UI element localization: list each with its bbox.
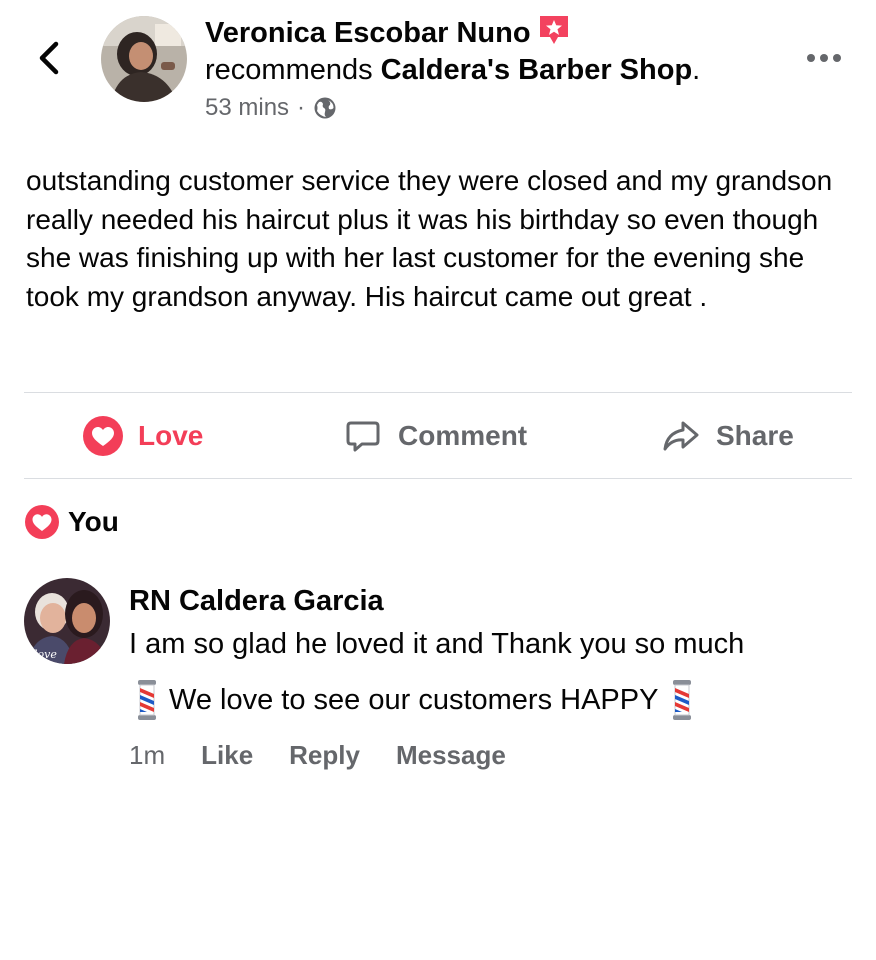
comment-text-line-2-text: We love to see our customers HAPPY (169, 684, 659, 716)
recommends-suffix: . (692, 54, 701, 86)
post-meta: 53 mins · (205, 92, 337, 124)
reactors-label: You (68, 506, 119, 537)
love-button[interactable]: Love (82, 394, 203, 478)
author-avatar[interactable] (101, 16, 187, 102)
meta-separator: · (297, 94, 306, 121)
comment-like-button[interactable]: Like (201, 738, 253, 772)
recommends-line: recommends Caldera's Barber Shop. (205, 52, 700, 88)
more-options-button[interactable] (804, 46, 844, 70)
comment-icon (342, 415, 384, 457)
post-author-name[interactable]: Veronica Escobar Nuno (205, 17, 531, 49)
barber-pole-icon (133, 680, 161, 720)
love-reaction-icon (82, 415, 124, 457)
comment-label: Comment (398, 420, 528, 451)
post-timestamp[interactable]: 53 mins (205, 92, 289, 124)
comment-timestamp[interactable]: 1m (129, 738, 165, 772)
share-arrow-icon (660, 415, 702, 457)
post-action-bar: Love Comment Share (24, 394, 852, 478)
comment-author[interactable]: RN Caldera Garcia (129, 584, 384, 618)
comment-button[interactable]: Comment (342, 394, 527, 478)
recommendation-badge-icon (537, 13, 571, 47)
divider-bottom (24, 478, 852, 479)
more-dot-icon (820, 54, 828, 62)
comment-text-line-1: I am so glad he loved it and Thank you s… (129, 628, 745, 660)
recommended-page-name[interactable]: Caldera's Barber Shop (381, 54, 693, 86)
share-button[interactable]: Share (660, 394, 794, 478)
post-text: outstanding customer service they were c… (26, 165, 833, 312)
comment-reply-button[interactable]: Reply (289, 738, 360, 772)
comment-actions: 1m Like Reply Message (129, 738, 542, 772)
commenter-avatar[interactable]: love (24, 578, 110, 664)
divider-top (24, 392, 852, 393)
author-avatar-photo (101, 16, 187, 102)
share-label: Share (716, 420, 794, 451)
comment-text-line-2: We love to see our customers HAPPY (129, 680, 696, 720)
avatar-overlay-text: love (34, 648, 57, 661)
recommends-prefix: recommends (205, 54, 381, 86)
love-label: Love (138, 420, 204, 451)
globe-icon (313, 96, 337, 120)
reactions-summary[interactable]: You (24, 504, 119, 540)
comment-message-button[interactable]: Message (396, 738, 506, 772)
love-reaction-icon (24, 504, 60, 540)
commenter-avatar-photo: love (24, 578, 110, 664)
back-button[interactable] (30, 38, 70, 78)
post-author-line: Veronica Escobar Nuno (205, 15, 571, 51)
more-dot-icon (833, 54, 841, 62)
barber-pole-icon (668, 680, 696, 720)
more-dot-icon (807, 54, 815, 62)
chevron-left-icon (39, 41, 59, 75)
